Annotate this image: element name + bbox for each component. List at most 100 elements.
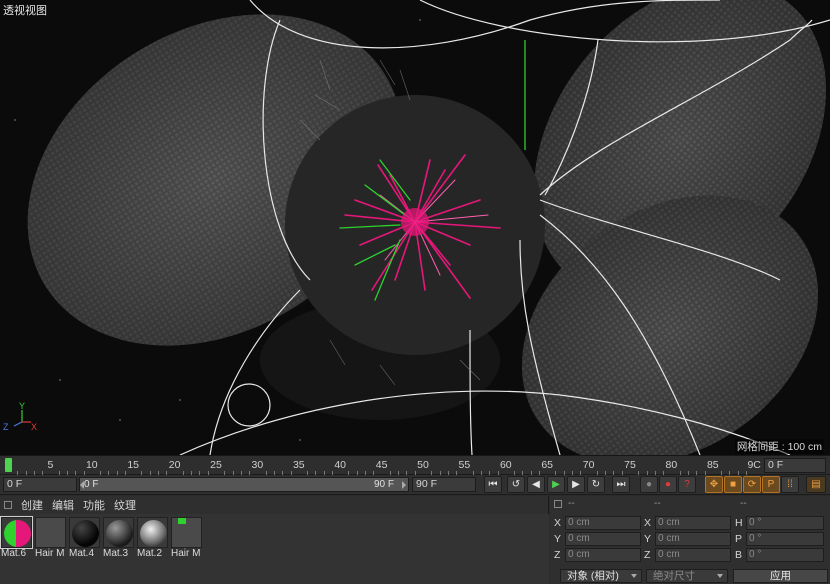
material-item[interactable]: Hair M bbox=[171, 517, 202, 559]
skip-start-icon: ⏮ bbox=[488, 479, 498, 490]
key-pla-button[interactable]: ⁞⁞ bbox=[781, 476, 799, 493]
timeline-tick-label: 50 bbox=[417, 459, 429, 471]
timeline-tick-label: 55 bbox=[458, 459, 471, 471]
material-name: Mat.4 bbox=[69, 548, 95, 559]
key-move-button[interactable]: ✥ bbox=[705, 476, 723, 493]
step-back-icon: ◀ bbox=[532, 479, 540, 490]
perspective-viewport[interactable]: Y Z X 透视视图 网格间距 : 100 cm bbox=[0, 0, 830, 455]
range-end-label: 90 F bbox=[373, 479, 394, 490]
timeline-tick-label: 85 bbox=[706, 459, 719, 471]
material-preview-hair-green bbox=[171, 517, 202, 548]
timeline-tick-label: 35 bbox=[292, 459, 305, 471]
start-frame-field[interactable]: 0 F bbox=[3, 477, 77, 492]
material-preview-mat6 bbox=[0, 516, 33, 549]
coordinate-manager: -- -- -- X 0 cm X 0 cm H 0 ° Y 0 cm Y 0 … bbox=[550, 496, 830, 584]
size-y-label: Y bbox=[644, 533, 652, 545]
timeline-tick-label: 40 bbox=[334, 459, 347, 471]
timeline-tick-label: 45 bbox=[375, 459, 388, 471]
material-item[interactable]: Hair M bbox=[35, 517, 66, 559]
pos-x-label: X bbox=[554, 517, 562, 529]
record-button[interactable]: ● bbox=[659, 476, 677, 493]
next-frame-button[interactable]: ▶ bbox=[567, 476, 585, 493]
timeline-tick-label: 80 bbox=[665, 459, 678, 471]
pos-x-field[interactable]: 0 cm bbox=[565, 516, 641, 530]
timeline-tick-label: 25 bbox=[210, 459, 222, 471]
material-item[interactable]: Mat.2 bbox=[137, 517, 168, 559]
timeline-playhead[interactable] bbox=[5, 458, 12, 472]
scale-icon: ■ bbox=[729, 479, 737, 490]
axis-label-y: Y bbox=[19, 401, 25, 411]
pos-z-field[interactable]: 0 cm bbox=[565, 548, 641, 562]
menu-texture[interactable]: 纹理 bbox=[114, 497, 136, 513]
spline-circle bbox=[227, 383, 271, 427]
material-name: Hair M bbox=[35, 548, 65, 559]
timeline-tick-label: 15 bbox=[127, 459, 140, 471]
size-header: -- bbox=[654, 498, 661, 509]
next-key-icon: ↻ bbox=[591, 479, 601, 490]
size-x-field[interactable]: 0 cm bbox=[655, 516, 731, 530]
current-frame-field[interactable]: 0 F bbox=[764, 458, 826, 473]
rot-b-field[interactable]: 0 ° bbox=[746, 548, 824, 562]
param-icon: P bbox=[767, 479, 775, 490]
material-item[interactable]: Mat.4 bbox=[69, 517, 100, 559]
record-icon: ● bbox=[664, 479, 672, 490]
go-to-end-button[interactable]: ⏭ bbox=[612, 476, 630, 493]
size-mode-dropdown[interactable]: 绝对尺寸 bbox=[646, 569, 728, 583]
material-preview-mat3 bbox=[103, 517, 134, 548]
material-preview-mat2 bbox=[137, 517, 168, 548]
key-scale-button[interactable]: ■ bbox=[724, 476, 742, 493]
rotation-header: -- bbox=[740, 498, 747, 509]
material-name: Mat.6 bbox=[1, 548, 27, 559]
scheme-button[interactable]: ▤ bbox=[806, 476, 826, 493]
size-z-field[interactable]: 0 cm bbox=[655, 548, 731, 562]
range-right-arrow-icon[interactable] bbox=[402, 481, 406, 489]
rot-h-field[interactable]: 0 ° bbox=[746, 516, 824, 530]
autokey-icon: ● bbox=[645, 479, 653, 490]
prev-key-button[interactable]: ↺ bbox=[507, 476, 525, 493]
autokey-button[interactable]: ● bbox=[640, 476, 658, 493]
size-z-label: Z bbox=[644, 549, 651, 561]
prev-key-icon: ↺ bbox=[511, 479, 521, 490]
rotate-icon: ⟳ bbox=[747, 479, 757, 490]
viewport-title[interactable]: 透视视图 bbox=[3, 2, 47, 18]
rot-h-label: H bbox=[735, 517, 743, 529]
play-button[interactable]: ▶ bbox=[547, 476, 565, 493]
apply-button[interactable]: 应用 bbox=[733, 569, 828, 583]
axis-label-z: Z bbox=[3, 422, 9, 432]
menu-function[interactable]: 功能 bbox=[83, 497, 105, 513]
move-icon: ✥ bbox=[709, 479, 719, 490]
end-frame-field[interactable]: 90 F bbox=[412, 477, 476, 492]
timeline-tick-label: 5 bbox=[47, 459, 54, 471]
preview-range-slider[interactable]: 0 F 90 F bbox=[79, 477, 409, 492]
film-icon: ▤ bbox=[811, 479, 821, 490]
material-preview-hair bbox=[35, 517, 66, 548]
next-key-button[interactable]: ↻ bbox=[587, 476, 605, 493]
size-x-label: X bbox=[644, 517, 652, 529]
size-y-field[interactable]: 0 cm bbox=[655, 532, 731, 546]
material-menu-bar: 创建 编辑 功能 纹理 bbox=[0, 496, 549, 514]
prev-frame-button[interactable]: ◀ bbox=[527, 476, 545, 493]
grid-dots-icon: ⁞⁞ bbox=[787, 479, 793, 490]
coordinate-mode-dropdown[interactable]: 对象 (相对) bbox=[560, 569, 642, 583]
key-rotate-button[interactable]: ⟳ bbox=[743, 476, 761, 493]
timeline-tick-label: 75 bbox=[624, 459, 636, 471]
keyframe-help-button[interactable]: ? bbox=[678, 476, 696, 493]
key-param-button[interactable]: P bbox=[762, 476, 780, 493]
material-item[interactable]: Mat.3 bbox=[103, 517, 134, 559]
timeline-track[interactable]: 05101520253035404550556065707580859C bbox=[0, 456, 762, 475]
material-name: Mat.3 bbox=[103, 548, 129, 559]
panel-toggle-icon[interactable] bbox=[4, 501, 12, 509]
material-item[interactable]: Mat.6 bbox=[0, 516, 33, 559]
timeline-tick-label: 65 bbox=[541, 459, 554, 471]
timeline-ruler[interactable]: 05101520253035404550556065707580859C 0 F bbox=[0, 455, 830, 475]
timeline-tick-label: 9C bbox=[747, 459, 761, 471]
go-to-start-button[interactable]: ⏮ bbox=[484, 476, 502, 493]
timeline-tick-label: 70 bbox=[582, 459, 595, 471]
panel-toggle-icon[interactable] bbox=[554, 500, 562, 508]
menu-edit[interactable]: 编辑 bbox=[52, 497, 74, 513]
rot-p-field[interactable]: 0 ° bbox=[746, 532, 824, 546]
help-icon: ? bbox=[684, 479, 690, 490]
menu-create[interactable]: 创建 bbox=[21, 497, 43, 513]
pos-y-field[interactable]: 0 cm bbox=[565, 532, 641, 546]
pos-z-label: Z bbox=[554, 549, 561, 561]
